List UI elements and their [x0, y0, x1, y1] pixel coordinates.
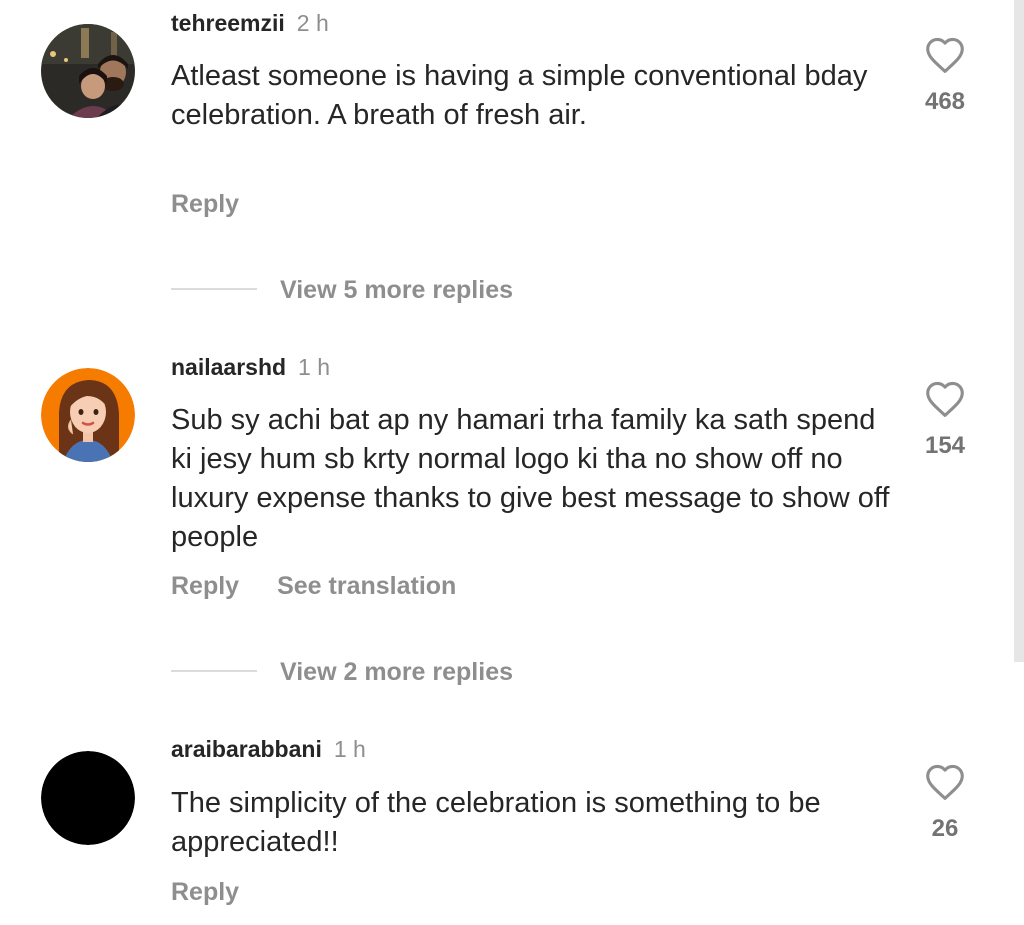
scrollbar[interactable] [1014, 0, 1024, 662]
comment-text: The simplicity of the celebration is som… [171, 787, 821, 858]
like-count: 468 [924, 88, 966, 115]
reply-thread-divider [171, 670, 257, 673]
view-replies-label[interactable]: View 2 more replies [280, 658, 513, 686]
comment-username[interactable]: tehreemzii [171, 10, 285, 36]
couple-photo-avatar [41, 24, 135, 118]
heart-icon[interactable] [924, 763, 966, 801]
comment-timestamp: 1 h [333, 736, 366, 762]
view-more-replies-button[interactable]: View 2 more replies [171, 658, 513, 687]
comment-meta: araibarabbani 1 h [171, 736, 366, 763]
black-avatar [41, 751, 135, 845]
cartoon-girl-avatar [41, 368, 135, 462]
view-more-replies-button[interactable]: View 5 more replies [171, 276, 513, 305]
comment-actions: Reply [171, 878, 239, 907]
user-avatar[interactable] [41, 751, 135, 845]
reply-thread-divider [171, 288, 257, 291]
user-avatar[interactable] [41, 368, 135, 462]
like-section: 26 [913, 763, 977, 843]
reply-button[interactable]: Reply [171, 190, 239, 218]
comment-text: Atleast someone is having a simple conve… [171, 60, 868, 131]
like-section: 468 [913, 36, 977, 116]
see-translation-button[interactable]: See translation [277, 572, 456, 600]
comment-timestamp: 1 h [298, 354, 331, 380]
like-section: 154 [913, 380, 977, 460]
comment-username[interactable]: nailaarshd [171, 354, 286, 380]
comment-text: Sub sy achi bat ap ny hamari trha family… [171, 404, 890, 553]
reply-button[interactable]: Reply [171, 878, 239, 906]
comment-username[interactable]: araibarabbani [171, 736, 322, 762]
comment-actions: Reply [171, 190, 239, 219]
view-replies-label[interactable]: View 5 more replies [280, 276, 513, 304]
comment-meta: tehreemzii 2 h [171, 10, 329, 37]
comment-timestamp: 2 h [296, 10, 329, 36]
heart-icon[interactable] [924, 36, 966, 74]
user-avatar[interactable] [41, 24, 135, 118]
heart-icon[interactable] [924, 380, 966, 418]
comment-actions: Reply See translation [171, 572, 456, 601]
like-count: 26 [931, 815, 959, 842]
reply-button[interactable]: Reply [171, 572, 239, 600]
like-count: 154 [924, 432, 966, 459]
comment-meta: nailaarshd 1 h [171, 354, 330, 381]
